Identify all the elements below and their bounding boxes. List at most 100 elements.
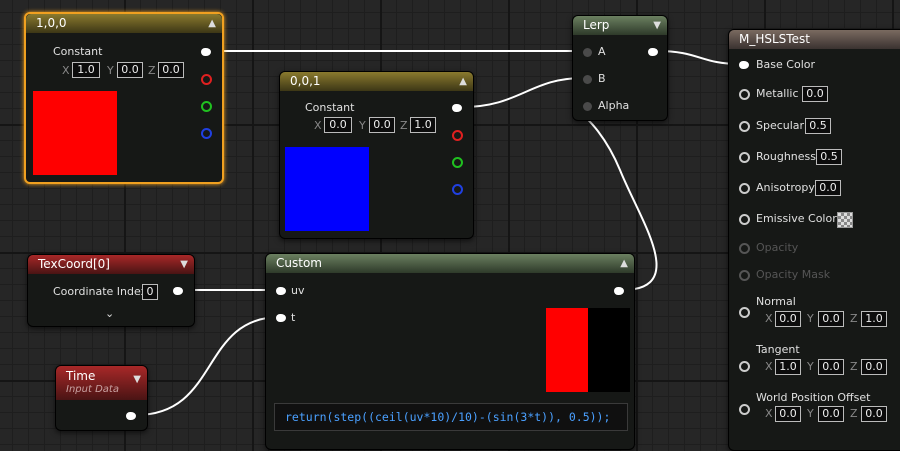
z-label: Z (850, 312, 858, 325)
output-pin-rgb[interactable] (201, 48, 211, 56)
normal-x-field[interactable]: 0.0 (775, 311, 801, 327)
anisotropy-field[interactable]: 0.0 (815, 180, 841, 196)
tangent-y-field[interactable]: 0.0 (818, 359, 844, 375)
y-label: Y (807, 360, 814, 373)
output-pin-b[interactable] (201, 128, 212, 139)
pin-a-label: A (598, 45, 606, 58)
output-pin-b[interactable] (452, 184, 463, 195)
material-result-node[interactable]: M_HSLSTest Base Color Metallic 0.0 Specu… (728, 29, 900, 451)
pin-alpha-label: Alpha (598, 99, 630, 112)
opacity-label: Opacity (756, 241, 799, 254)
color-preview (33, 91, 117, 175)
tangent-label: Tangent (756, 343, 800, 356)
wire-time-to-t[interactable] (135, 316, 281, 416)
output-pin[interactable] (126, 412, 136, 420)
tangent-x-field[interactable]: 1.0 (775, 359, 801, 375)
output-pin-rgb[interactable] (452, 104, 462, 112)
metallic-field[interactable]: 0.0 (802, 86, 828, 102)
node-header[interactable]: TexCoord[0] ▼ (28, 255, 194, 274)
custom-preview (546, 308, 630, 392)
node-title: 1,0,0 (36, 16, 67, 30)
coordinate-index-field[interactable]: 0 (142, 284, 158, 300)
pin-b-label: B (598, 72, 606, 85)
input-pin-normal[interactable] (739, 307, 750, 318)
chevron-up-icon[interactable]: ▲ (459, 72, 467, 91)
input-pin-world-position-offset[interactable] (739, 404, 750, 415)
lerp-node[interactable]: Lerp ▼ A B Alpha (572, 15, 668, 121)
node-header[interactable]: 1,0,0 ▲ (26, 14, 222, 33)
emissive-label: Emissive Color (756, 212, 837, 225)
node-header[interactable]: Lerp ▼ (573, 16, 667, 35)
pin-uv-label: uv (291, 284, 305, 297)
pin-t-label: t (291, 311, 296, 324)
wire-const001-to-lerp-b[interactable] (461, 77, 584, 108)
y-label: Y (107, 64, 114, 77)
output-pin-r[interactable] (201, 74, 212, 85)
input-pin-roughness[interactable] (739, 152, 750, 163)
normal-y-field[interactable]: 0.0 (818, 311, 844, 327)
y-label: Y (807, 407, 814, 420)
roughness-field[interactable]: 0.5 (816, 149, 842, 165)
expand-chevron-icon[interactable]: ⌄ (105, 307, 114, 320)
chevron-up-icon[interactable]: ▲ (620, 254, 628, 273)
input-pin-b[interactable] (583, 75, 592, 84)
specular-label: Specular (756, 119, 805, 132)
chevron-down-icon[interactable]: ▼ (180, 255, 188, 274)
input-pin-base-color[interactable] (739, 61, 749, 69)
constant-node-blue[interactable]: 0,0,1 ▲ Constant X 0.0 Y 0.0 Z 1.0 (279, 71, 474, 239)
node-header[interactable]: Custom ▲ (266, 254, 634, 273)
z-value-field[interactable]: 0.0 (158, 62, 184, 78)
node-header[interactable]: Time Input Data ▼ (56, 366, 147, 400)
constant-node-red[interactable]: 1,0,0 ▲ Constant X 1.0 Y 0.0 Z 0.0 (24, 12, 224, 184)
node-title: Custom (276, 256, 322, 270)
code-editor[interactable]: return(step((ceil(uv*10)/10)-(sin(3*t)),… (274, 403, 628, 431)
z-label: Z (850, 407, 858, 420)
wpo-y-field[interactable]: 0.0 (818, 406, 844, 422)
input-pin-opacity (739, 243, 750, 254)
output-pin-g[interactable] (201, 101, 212, 112)
z-label: Z (148, 64, 156, 77)
output-pin[interactable] (173, 287, 183, 295)
normal-label: Normal (756, 295, 796, 308)
checker-icon[interactable] (837, 212, 853, 228)
input-pin-metallic[interactable] (739, 89, 750, 100)
output-pin[interactable] (648, 48, 658, 56)
x-value-field[interactable]: 1.0 (72, 62, 100, 78)
metallic-label: Metallic (756, 87, 799, 100)
node-header[interactable]: 0,0,1 ▲ (280, 72, 473, 91)
x-label: X (765, 360, 773, 373)
input-pin-emissive[interactable] (739, 214, 750, 225)
input-pin-tangent[interactable] (739, 361, 750, 372)
wpo-z-field[interactable]: 0.0 (861, 406, 887, 422)
z-label: Z (850, 360, 858, 373)
chevron-down-icon[interactable]: ▼ (653, 16, 661, 35)
input-pin-t[interactable] (276, 314, 286, 322)
node-header[interactable]: M_HSLSTest (729, 30, 900, 49)
y-value-field[interactable]: 0.0 (369, 117, 395, 133)
z-value-field[interactable]: 1.0 (410, 117, 436, 133)
y-value-field[interactable]: 0.0 (117, 62, 143, 78)
anisotropy-label: Anisotropy (756, 181, 815, 194)
normal-z-field[interactable]: 1.0 (861, 311, 887, 327)
input-pin-anisotropy[interactable] (739, 183, 750, 194)
texcoord-node[interactable]: TexCoord[0] ▼ Coordinate Index 0 ⌄ (27, 254, 195, 327)
world-position-offset-label: World Position Offset (756, 391, 871, 404)
x-label: X (62, 64, 70, 77)
chevron-down-icon[interactable]: ▼ (133, 372, 141, 387)
output-pin-g[interactable] (452, 157, 463, 168)
chevron-up-icon[interactable]: ▲ (208, 14, 216, 33)
specular-field[interactable]: 0.5 (805, 118, 831, 134)
x-value-field[interactable]: 0.0 (324, 117, 352, 133)
output-pin[interactable] (614, 287, 624, 295)
wpo-x-field[interactable]: 0.0 (775, 406, 801, 422)
node-title: 0,0,1 (290, 74, 321, 88)
input-pin-specular[interactable] (739, 121, 750, 132)
time-node[interactable]: Time Input Data ▼ (55, 365, 148, 431)
tangent-z-field[interactable]: 0.0 (861, 359, 887, 375)
input-pin-a[interactable] (583, 48, 592, 57)
custom-node[interactable]: Custom ▲ uv t return(step((ceil(uv*10)/1… (265, 253, 635, 450)
input-pin-uv[interactable] (276, 287, 286, 295)
output-pin-r[interactable] (452, 130, 463, 141)
node-title: TexCoord[0] (38, 257, 110, 271)
input-pin-alpha[interactable] (583, 102, 592, 111)
